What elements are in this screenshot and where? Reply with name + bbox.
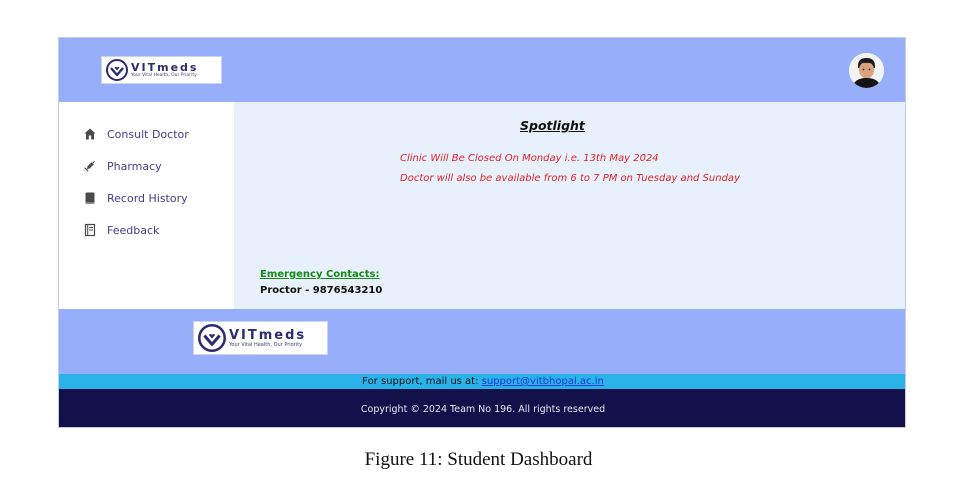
logo-name: VITmeds: [229, 327, 307, 343]
proctor-contact: Proctor - 9876543210: [260, 285, 383, 296]
avatar-photo-icon: [849, 53, 884, 88]
vitmeds-logo-icon: [106, 59, 128, 81]
notice-doctor-availability: Doctor will also be available from 6 to …: [400, 173, 740, 184]
sidebar-item-record-history[interactable]: Record History: [83, 188, 188, 208]
sidebar-item-feedback[interactable]: Feedback: [83, 220, 159, 240]
copyright-bar: Copyright © 2024 Team No 196. All rights…: [59, 389, 905, 427]
support-email-link[interactable]: support@vitbhopal.ac.in: [482, 376, 604, 387]
emergency-contacts-heading: Emergency Contacts:: [260, 269, 380, 280]
top-header: VITmeds Your Vital Health, Our Priority: [59, 38, 905, 102]
feedback-icon: [84, 223, 96, 237]
user-avatar[interactable]: [849, 53, 884, 88]
book-icon: [85, 192, 95, 204]
sidebar-item-consult-doctor[interactable]: Consult Doctor: [83, 124, 189, 144]
spotlight-title: Spotlight: [520, 118, 585, 133]
footer-brand: VITmeds Your Vital Health, Our Priority: [59, 309, 905, 374]
sidebar-item-pharmacy[interactable]: Pharmacy: [83, 156, 162, 176]
logo-name: VITmeds: [131, 60, 199, 74]
home-icon: [84, 128, 96, 140]
main-content: Spotlight Clinic Will Be Closed On Monda…: [234, 102, 905, 309]
sidebar: Consult Doctor Pharmacy Record History F…: [59, 102, 234, 309]
support-bar: For support, mail us at: support@vitbhop…: [59, 374, 905, 389]
figure-caption: Figure 11: Student Dashboard: [364, 449, 593, 470]
sidebar-item-label: Pharmacy: [107, 159, 162, 173]
notice-clinic-closed: Clinic Will Be Closed On Monday i.e. 13t…: [400, 153, 659, 164]
footer-logo[interactable]: VITmeds Your Vital Health, Our Priority: [193, 321, 328, 355]
header-logo[interactable]: VITmeds Your Vital Health, Our Priority: [101, 56, 222, 84]
copyright-text: Copyright © 2024 Team No 196. All rights…: [360, 404, 606, 415]
support-text: For support, mail us at:: [362, 376, 482, 387]
vitmeds-logo-icon: [198, 324, 226, 352]
logo-tagline: Your Vital Health, Our Priority: [131, 72, 197, 78]
sidebar-item-label: Record History: [107, 191, 188, 205]
app-window: VITmeds Your Vital Health, Our Priority: [58, 37, 906, 428]
sidebar-item-label: Consult Doctor: [107, 127, 189, 141]
logo-tagline: Your Vital Health, Our Priority: [229, 341, 303, 348]
syringe-icon: [84, 161, 95, 172]
sidebar-item-label: Feedback: [107, 223, 160, 237]
